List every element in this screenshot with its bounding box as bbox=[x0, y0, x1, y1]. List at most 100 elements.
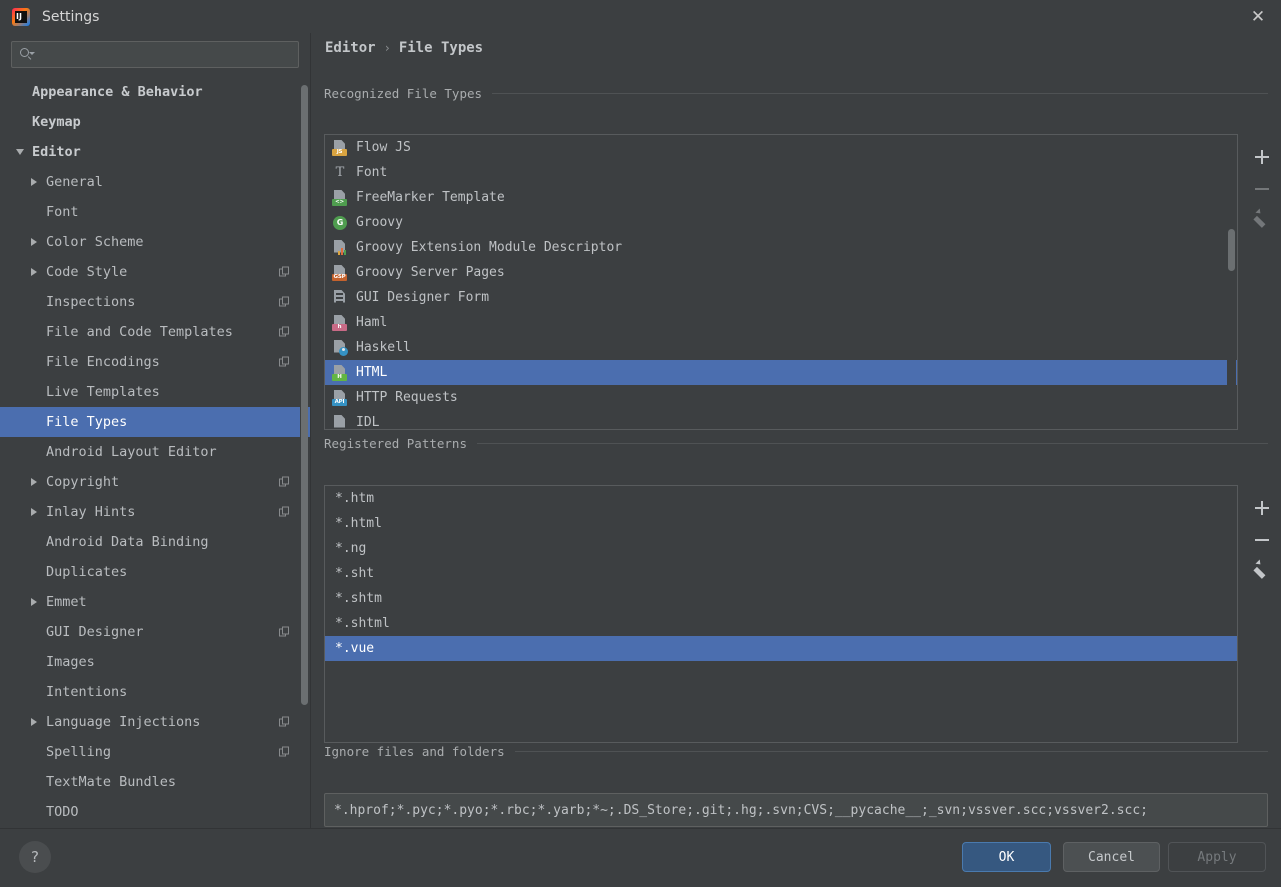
file-type-row[interactable]: T Font bbox=[325, 160, 1237, 185]
sidebar-item-android-data-binding[interactable]: Android Data Binding bbox=[0, 527, 310, 557]
sidebar-item-appearance-behavior[interactable]: Appearance & Behavior bbox=[0, 77, 310, 107]
pattern-row[interactable]: *.ng bbox=[325, 536, 1237, 561]
search-box[interactable] bbox=[11, 41, 299, 68]
file-type-row[interactable]: Groovy Extension Module Descriptor bbox=[325, 235, 1237, 260]
ignore-label-text: Ignore files and folders bbox=[324, 744, 505, 759]
sidebar-item-intentions[interactable]: Intentions bbox=[0, 677, 310, 707]
help-icon[interactable]: ? bbox=[19, 841, 51, 873]
file-type-row[interactable]: Haskell bbox=[325, 335, 1237, 360]
pattern-row[interactable]: *.html bbox=[325, 511, 1237, 536]
file-html-icon: H bbox=[332, 364, 348, 381]
chevron-right-icon[interactable] bbox=[26, 478, 42, 486]
sidebar-item-inspections[interactable]: Inspections bbox=[0, 287, 310, 317]
sidebar-item-label: Keymap bbox=[32, 114, 81, 130]
file-freemarker-icon: <> bbox=[332, 189, 348, 206]
file-type-row[interactable]: API HTTP Requests bbox=[325, 385, 1237, 410]
file-type-row[interactable]: h Haml bbox=[325, 310, 1237, 335]
sidebar-item-label: TODO bbox=[46, 804, 79, 820]
file-type-row[interactable]: JS Flow JS bbox=[325, 135, 1237, 160]
chevron-right-icon[interactable] bbox=[26, 718, 42, 726]
sidebar-item-code-style[interactable]: Code Style bbox=[0, 257, 310, 287]
sidebar-item-label: Images bbox=[46, 654, 95, 670]
sidebar-item-spelling[interactable]: Spelling bbox=[0, 737, 310, 767]
sidebar-item-images[interactable]: Images bbox=[0, 647, 310, 677]
gui-form-icon bbox=[332, 289, 348, 306]
file-type-row[interactable]: GSP Groovy Server Pages bbox=[325, 260, 1237, 285]
sidebar-item-general[interactable]: General bbox=[0, 167, 310, 197]
pattern-row[interactable]: *.vue bbox=[325, 636, 1237, 661]
file-type-row[interactable]: <> FreeMarker Template bbox=[325, 185, 1237, 210]
chevron-right-icon[interactable] bbox=[26, 508, 42, 516]
sidebar-item-copyright[interactable]: Copyright bbox=[0, 467, 310, 497]
chevron-down-icon[interactable] bbox=[12, 149, 28, 155]
sidebar-item-inlay-hints[interactable]: Inlay Hints bbox=[0, 497, 310, 527]
recognized-file-types-list[interactable]: JS Flow JS T Font <> FreeMarker Template G Groo… bbox=[324, 134, 1238, 430]
sidebar-item-label: Copyright bbox=[46, 474, 120, 490]
sidebar-item-gui-designer[interactable]: GUI Designer bbox=[0, 617, 310, 647]
chevron-right-icon[interactable] bbox=[26, 238, 42, 246]
sidebar-item-keymap[interactable]: Keymap bbox=[0, 107, 310, 137]
ignore-files-input[interactable] bbox=[324, 793, 1268, 827]
sidebar-item-editor[interactable]: Editor bbox=[0, 137, 310, 167]
chevron-right-icon[interactable] bbox=[26, 598, 42, 606]
close-icon[interactable]: ✕ bbox=[1235, 0, 1281, 33]
ignore-files-label: Ignore files and folders bbox=[324, 744, 1268, 759]
cancel-button[interactable]: Cancel bbox=[1063, 842, 1160, 872]
copy-settings-icon bbox=[279, 356, 290, 368]
chevron-right-icon[interactable] bbox=[26, 178, 42, 186]
sidebar-item-label: Duplicates bbox=[46, 564, 128, 580]
pattern-row[interactable]: *.shtml bbox=[325, 611, 1237, 636]
breadcrumb-parent[interactable]: Editor bbox=[325, 40, 376, 56]
remove-pattern-button[interactable] bbox=[1239, 517, 1271, 549]
sidebar-item-color-scheme[interactable]: Color Scheme bbox=[0, 227, 310, 257]
file-type-label: Font bbox=[356, 165, 388, 180]
main-panel: Editor › File Types Recognized File Type… bbox=[311, 33, 1281, 828]
recognized-scrollbar-track[interactable] bbox=[1227, 136, 1236, 428]
sidebar-item-textmate-bundles[interactable]: TextMate Bundles bbox=[0, 767, 310, 797]
sidebar-item-font[interactable]: Font bbox=[0, 197, 310, 227]
registered-patterns-list[interactable]: *.htm *.html *.ng *.sht *.shtm *.shtml *.vue bbox=[324, 485, 1238, 743]
sidebar-item-label: Android Layout Editor bbox=[46, 444, 217, 460]
sidebar-item-label: General bbox=[46, 174, 103, 190]
settings-tree: Appearance & Behavior Keymap Editor General… bbox=[0, 77, 310, 828]
sidebar-item-duplicates[interactable]: Duplicates bbox=[0, 557, 310, 587]
chevron-right-icon[interactable] bbox=[26, 268, 42, 276]
add-pattern-button[interactable] bbox=[1239, 485, 1271, 517]
logo-mark: IJ bbox=[16, 11, 22, 21]
pattern-row[interactable]: *.htm bbox=[325, 486, 1237, 511]
file-type-row[interactable]: GUI Designer Form bbox=[325, 285, 1237, 310]
recognized-label-text: Recognized File Types bbox=[324, 86, 483, 101]
sidebar-item-language-injections[interactable]: Language Injections bbox=[0, 707, 310, 737]
sidebar-scrollbar-thumb[interactable] bbox=[301, 85, 308, 705]
sidebar-item-label: Color Scheme bbox=[46, 234, 144, 250]
apply-button[interactable]: Apply bbox=[1168, 842, 1266, 872]
file-type-row[interactable]: G Groovy bbox=[325, 210, 1237, 235]
file-type-label: Haml bbox=[356, 315, 388, 330]
sidebar-item-emmet[interactable]: Emmet bbox=[0, 587, 310, 617]
sidebar-item-file-encodings[interactable]: File Encodings bbox=[0, 347, 310, 377]
file-type-label: HTML bbox=[356, 365, 388, 380]
pattern-row[interactable]: *.shtm bbox=[325, 586, 1237, 611]
recognized-file-types-label: Recognized File Types bbox=[324, 86, 1268, 101]
sidebar-item-android-layout-editor[interactable]: Android Layout Editor bbox=[0, 437, 310, 467]
file-type-row[interactable]: H HTML bbox=[325, 360, 1237, 385]
search-input[interactable] bbox=[38, 47, 291, 62]
sidebar-item-label: GUI Designer bbox=[46, 624, 144, 640]
sidebar-item-live-templates[interactable]: Live Templates bbox=[0, 377, 310, 407]
file-type-row[interactable]: IDL bbox=[325, 410, 1237, 429]
breadcrumb: Editor › File Types bbox=[325, 40, 483, 56]
sidebar-item-file-types[interactable]: File Types bbox=[0, 407, 310, 437]
sidebar-item-label: Spelling bbox=[46, 744, 112, 760]
divider-rule bbox=[492, 93, 1268, 94]
add-file-type-button[interactable] bbox=[1239, 134, 1271, 166]
sidebar-item-file-and-code-templates[interactable]: File and Code Templates bbox=[0, 317, 310, 347]
ok-button[interactable]: OK bbox=[962, 842, 1051, 872]
properties-icon bbox=[332, 239, 348, 256]
sidebar-item-label: File Types bbox=[46, 414, 128, 430]
sidebar-item-todo[interactable]: TODO bbox=[0, 797, 310, 827]
pattern-row[interactable]: *.sht bbox=[325, 561, 1237, 586]
sidebar-item-label: File and Code Templates bbox=[46, 324, 233, 340]
edit-pattern-button[interactable] bbox=[1239, 549, 1271, 581]
recognized-scrollbar-thumb[interactable] bbox=[1228, 229, 1235, 271]
copy-settings-icon bbox=[279, 266, 290, 278]
